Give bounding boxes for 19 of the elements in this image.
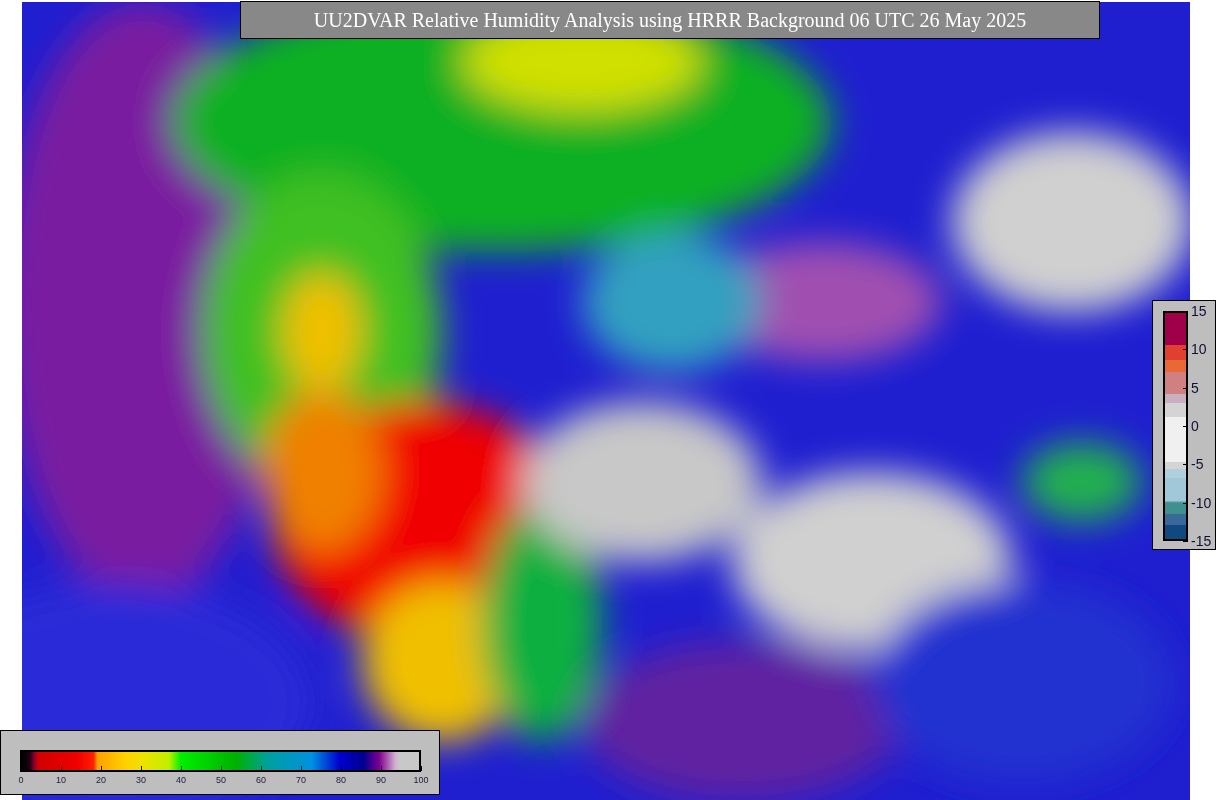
tick-label: 100 [413, 775, 429, 785]
tick-label: 40 [176, 775, 186, 785]
tick-label: -15 [1191, 533, 1212, 549]
tick-label: 50 [216, 775, 226, 785]
tick-label: 90 [376, 775, 386, 785]
tick-label: 80 [336, 775, 346, 785]
tick-label: 60 [256, 775, 266, 785]
tick-label: 5 [1191, 379, 1199, 396]
tick-label: 20 [96, 775, 106, 785]
tick-label: -10 [1191, 494, 1212, 511]
tick-label: 0 [18, 775, 24, 785]
tick-label: 70 [296, 775, 306, 785]
tick-label: -5 [1191, 456, 1204, 473]
map-title: UU2DVAR Relative Humidity Analysis using HRRR Background 06 UTC 26 May 2025 [240, 1, 1100, 39]
tick-label: 30 [136, 775, 146, 785]
tick-label: 10 [56, 775, 66, 785]
tick-label: 10 [1191, 341, 1207, 358]
tick-label: 15 [1191, 303, 1207, 319]
tick-label: 0 [1191, 418, 1199, 434]
